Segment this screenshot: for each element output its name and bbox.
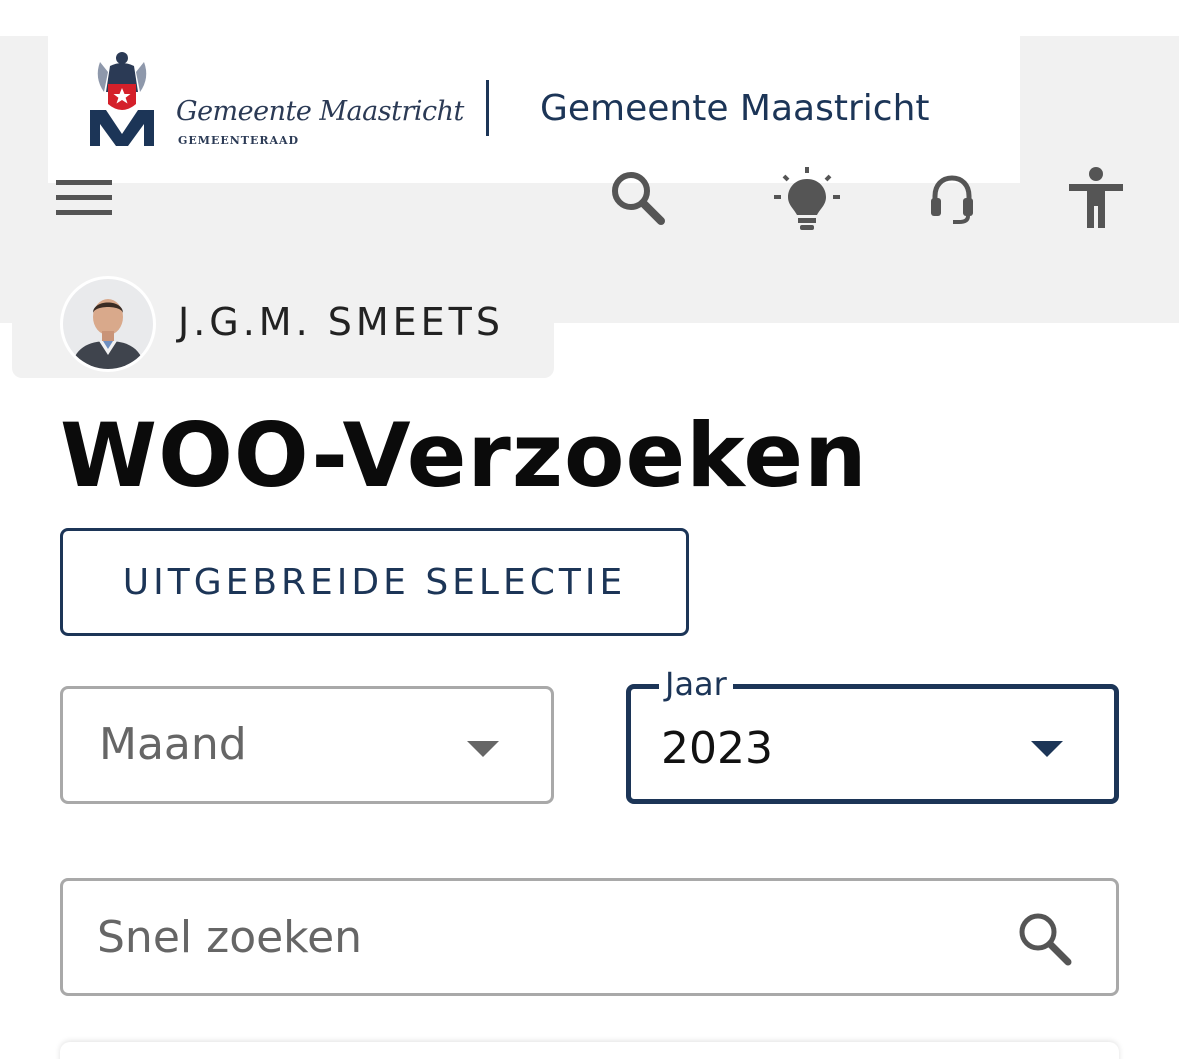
- site-header-logo[interactable]: Gemeente Maastricht GEMEENTERAAD Gemeent…: [48, 36, 1020, 183]
- menu-button[interactable]: [52, 172, 116, 224]
- headset-icon: [931, 175, 973, 224]
- menu-icon: [56, 180, 112, 215]
- accessibility-button[interactable]: [1064, 164, 1128, 232]
- year-select-value: 2023: [661, 723, 773, 774]
- quick-search-input[interactable]: [97, 905, 977, 969]
- search-icon: [1019, 913, 1072, 966]
- month-select-value: Maand: [99, 719, 247, 770]
- logo-subtitle: GEMEENTERAAD: [178, 134, 300, 147]
- profile-name[interactable]: J.G.M. SMEETS: [178, 300, 504, 344]
- support-button[interactable]: [924, 170, 980, 226]
- site-name: Gemeente Maastricht: [540, 88, 930, 129]
- quick-search-field: [60, 878, 1119, 996]
- page-title: WOO-Verzoeken: [60, 404, 868, 507]
- ideas-button[interactable]: [770, 164, 844, 236]
- year-select-label: Jaar: [659, 665, 733, 703]
- search-icon: [612, 172, 665, 225]
- avatar: [60, 276, 156, 372]
- chevron-down-icon: [1031, 741, 1063, 757]
- chevron-down-icon: [467, 741, 499, 757]
- logo-divider: [486, 80, 489, 136]
- header-search-button[interactable]: [604, 166, 672, 230]
- municipality-logo-icon: [90, 52, 154, 146]
- top-band: [0, 0, 1179, 36]
- lightbulb-icon: [774, 167, 840, 230]
- quick-search-button[interactable]: [1013, 907, 1077, 971]
- person-photo-icon: [63, 279, 153, 369]
- month-select[interactable]: Maand: [60, 686, 554, 804]
- accessibility-icon: [1069, 167, 1123, 228]
- results-card: [60, 1042, 1119, 1059]
- year-select[interactable]: Jaar 2023: [626, 665, 1119, 804]
- logo-title: Gemeente Maastricht: [176, 96, 464, 127]
- advanced-selection-button[interactable]: UITGEBREIDE SELECTIE: [60, 528, 689, 636]
